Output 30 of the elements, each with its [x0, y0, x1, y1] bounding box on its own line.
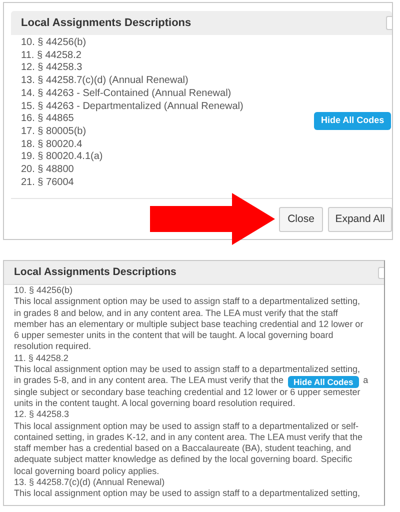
code-heading: 10. § 44256(b)	[14, 285, 73, 296]
code-item[interactable]: 18. § 80020.4	[21, 138, 82, 152]
code-item[interactable]: 15. § 44263 - Departmentalized (Annual Renewal)	[21, 100, 244, 114]
code-description: This local assignment option may be used to assign staff to a departmentalized or self-contained setting, in grades K-12, and in any content area. The LEA must verify that the staff member has a credential based on a Baccalaureate (BA), student teaching, and adequate subject matter knowledge as defined by the local governing board. Specific local governing board policy applies.	[14, 420, 364, 478]
arrow-icon	[150, 193, 275, 245]
expand-all-button[interactable]: Expand All	[328, 207, 392, 232]
dialog-title: Local Assignments Descriptions	[21, 16, 192, 31]
code-item[interactable]: 14. § 44263 - Self-Contained (Annual Renewal)	[21, 88, 232, 101]
code-item[interactable]: 21. § 76004	[21, 176, 74, 190]
code-heading: 11. § 44258.2	[14, 352, 68, 364]
dialog-title: Local Assignments Descriptions	[14, 264, 176, 280]
close-button[interactable]: Close	[279, 207, 323, 232]
code-item[interactable]: 20. § 48800	[21, 164, 74, 177]
code-item[interactable]: 13. § 44258.7(c)(d) (Annual Renewal)	[21, 75, 188, 88]
code-item[interactable]: 10. § 44256(b)	[21, 37, 86, 50]
header-control[interactable]	[386, 16, 392, 30]
code-item[interactable]: 19. § 80020.4.1(a)	[21, 151, 103, 164]
code-description: This local assignment option may be used to assign staff to a departmentalized setting,	[14, 364, 362, 376]
code-heading: 12. § 44258.3	[14, 409, 70, 421]
code-item[interactable]: 17. § 80005(b)	[21, 126, 86, 139]
header-control[interactable]	[378, 266, 384, 278]
code-description: single subject or secondary base teaching credential and 12 lower or 6 upper semester units in the content taught. A local governing board resolution required.	[14, 386, 362, 410]
code-description: in grades 5-8, and in any content area. The LEA must verify that the	[14, 375, 284, 387]
code-item[interactable]: 12. § 44258.3	[21, 62, 82, 76]
code-heading: 13. § 44258.7(c)(d) (Annual Renewal)	[14, 477, 165, 488]
code-item[interactable]: 16. § 44865	[21, 113, 74, 126]
code-description: This local assignment option may be used to assign staff to a departmentalized setting, in grades 8 and below, and in any content area. The LEA must verify that the staff member has an elementary or multiple subject base teaching credential and 12 lower or 6 upper semester units in the content that will be taught. A local governing board resolution required.	[14, 296, 364, 353]
code-item[interactable]: 11. § 44258.2	[21, 50, 82, 62]
code-description: a	[363, 375, 368, 387]
code-description: This local assignment option may be used to assign staff to a departmentalized setting,	[14, 488, 362, 500]
